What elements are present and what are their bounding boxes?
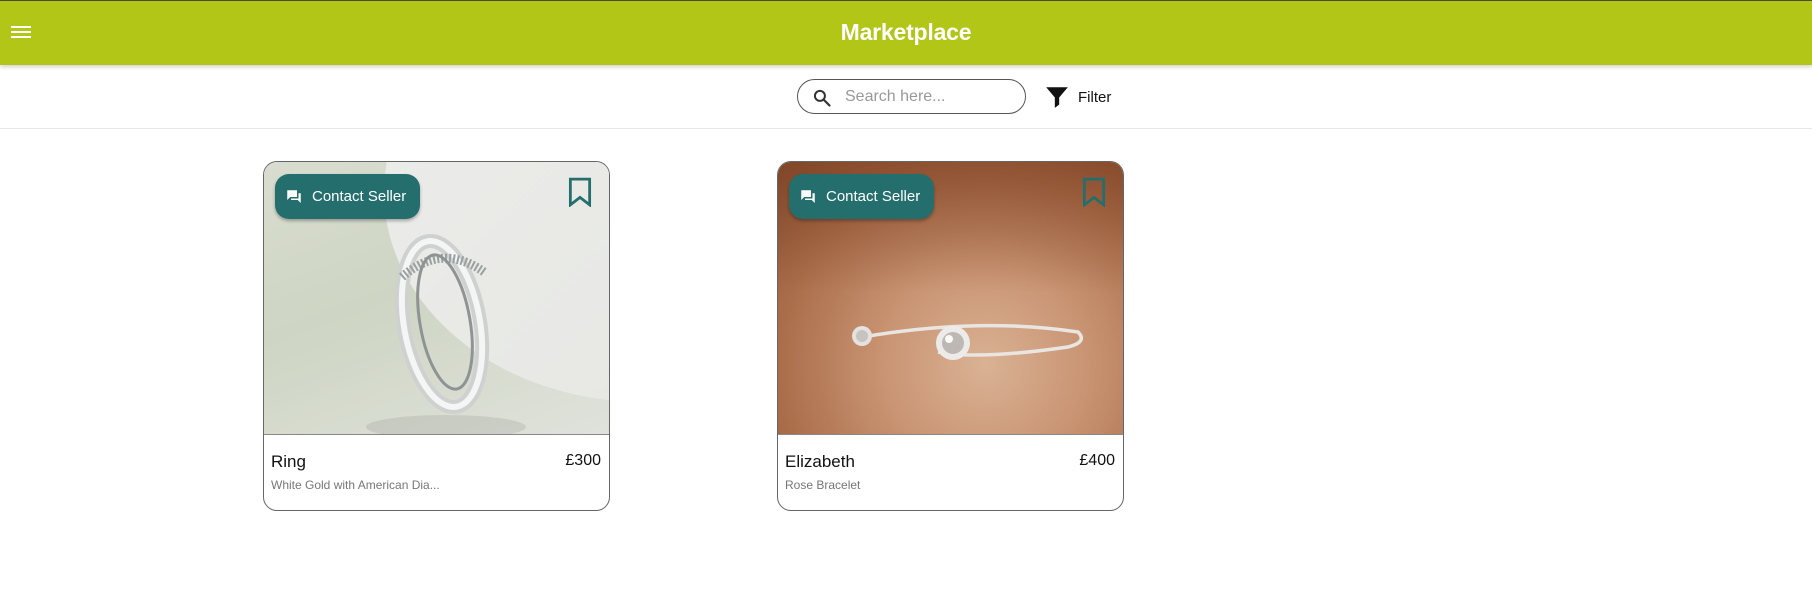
contact-seller-button[interactable]: Contact Seller — [789, 174, 935, 219]
product-card[interactable]: Contact Seller Ring £300 White Gold with… — [263, 161, 610, 511]
search-input[interactable] — [845, 85, 1015, 109]
contact-seller-button[interactable]: Contact Seller — [275, 174, 421, 219]
chat-icon — [801, 189, 815, 203]
product-image: Contact Seller — [264, 162, 609, 435]
filter-icon — [1046, 87, 1068, 108]
product-description: White Gold with American Dia... — [271, 478, 440, 492]
search-box[interactable] — [797, 79, 1026, 114]
product-price: £400 — [1079, 452, 1115, 469]
product-title: Elizabeth — [785, 452, 855, 471]
search-toolbar: Filter — [0, 65, 1812, 129]
contact-seller-label: Contact Seller — [826, 188, 921, 205]
app-title: Marketplace — [840, 19, 972, 45]
filter-label: Filter — [1078, 88, 1112, 106]
menu-icon[interactable] — [10, 23, 32, 43]
product-info: Elizabeth £400 Rose Bracelet — [778, 436, 1123, 510]
product-title: Ring — [271, 452, 306, 471]
product-card[interactable]: Contact Seller Elizabeth £400 Rose Brace… — [777, 161, 1124, 511]
product-description: Rose Bracelet — [785, 478, 861, 492]
bookmark-icon[interactable] — [567, 177, 593, 207]
app-bar: Marketplace — [0, 0, 1812, 65]
contact-seller-label: Contact Seller — [312, 188, 407, 205]
product-info: Ring £300 White Gold with American Dia..… — [264, 436, 609, 510]
search-icon — [813, 89, 831, 107]
product-price: £300 — [565, 452, 601, 469]
filter-button[interactable]: Filter — [1044, 82, 1111, 112]
chat-icon — [287, 189, 301, 203]
bookmark-icon[interactable] — [1081, 177, 1107, 207]
product-image: Contact Seller — [778, 162, 1123, 435]
